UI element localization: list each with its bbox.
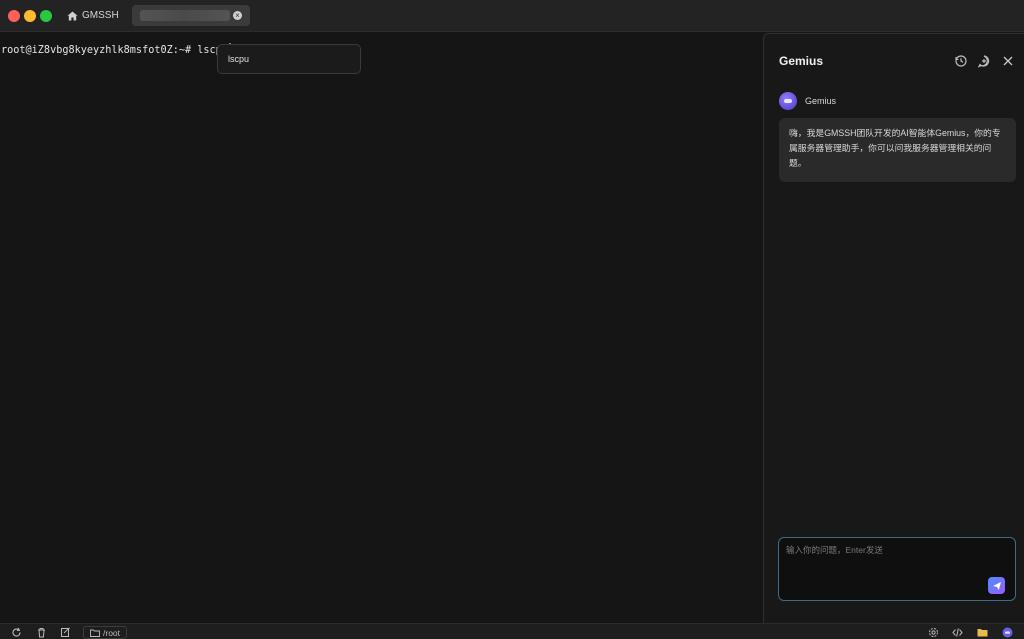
refresh-icon[interactable]: [11, 627, 22, 638]
terminal-pane[interactable]: [0, 33, 762, 623]
tab-home[interactable]: GMSSH: [61, 5, 124, 26]
window-close-button[interactable]: [8, 10, 20, 22]
assistant-message-bubble: 嗨，我是GMSSH团队开发的AI智能体Gemius，你的专属服务器管理助手，你可…: [779, 118, 1016, 182]
gemius-avatar: [779, 92, 797, 110]
home-icon: [67, 11, 78, 20]
chat-input-box[interactable]: [778, 537, 1016, 601]
trash-icon[interactable]: [36, 627, 47, 638]
close-icon[interactable]: ×: [233, 11, 242, 20]
status-bar: /root: [0, 623, 1024, 639]
edit-icon[interactable]: [60, 627, 71, 638]
send-button[interactable]: [988, 577, 1005, 594]
bot-header: Gemius: [779, 92, 836, 110]
assistant-title: Gemius: [779, 54, 824, 68]
new-chat-icon[interactable]: [977, 54, 991, 68]
path-pill[interactable]: /root: [83, 626, 128, 639]
tab-session[interactable]: ×: [132, 5, 250, 26]
tab-session-label-blurred: [140, 10, 230, 21]
folder-icon: [90, 629, 100, 637]
title-bar: GMSSH ×: [0, 0, 1024, 32]
current-path: /root: [103, 627, 121, 638]
code-icon[interactable]: [952, 627, 963, 638]
tab-home-label: GMSSH: [82, 10, 119, 21]
chat-input[interactable]: [779, 538, 1015, 600]
terminal-prompt-text: root@iZ8vbg8kyeyzhlk8msfot0Z:~# lscpu: [1, 45, 228, 56]
autocomplete-item[interactable]: lscpu: [228, 54, 249, 64]
autocomplete-popup[interactable]: lscpu: [217, 44, 361, 74]
settings-icon[interactable]: [928, 627, 939, 638]
terminal-prompt-line: root@iZ8vbg8kyeyzhlk8msfot0Z:~# lscpu: [1, 43, 231, 56]
history-icon[interactable]: [954, 54, 968, 68]
bot-name: Gemius: [805, 96, 837, 106]
window-minimize-button[interactable]: [24, 10, 36, 22]
folder-yellow-icon[interactable]: [977, 627, 988, 638]
gemius-icon[interactable]: [1002, 627, 1013, 638]
panel-close-icon[interactable]: [1001, 54, 1015, 68]
assistant-panel: Gemius Gemius 嗨，我是GMSSH团队开发的AI智能体Gemius，…: [763, 33, 1024, 623]
window-maximize-button[interactable]: [40, 10, 52, 22]
send-icon: [992, 581, 1001, 590]
